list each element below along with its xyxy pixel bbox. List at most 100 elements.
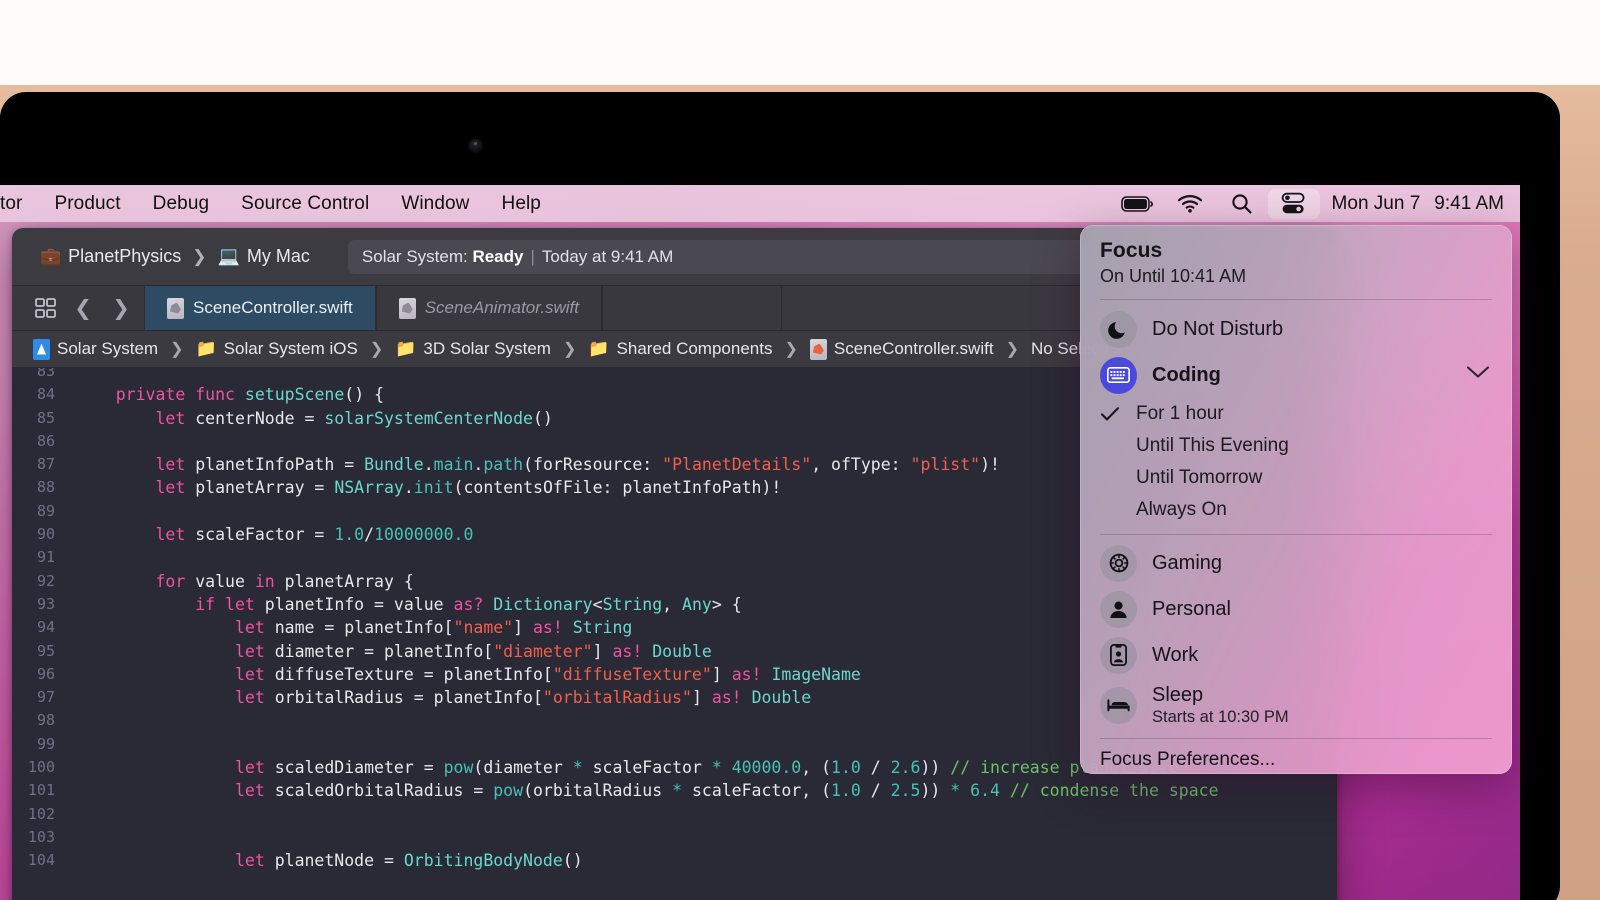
jumpbar-label: SceneController.swift (833, 339, 994, 358)
divider (1100, 534, 1492, 535)
jumpbar-label: Solar System (57, 339, 159, 358)
menu-item-debug[interactable]: Debug (137, 185, 226, 222)
search-icon[interactable] (1216, 189, 1268, 219)
code-text: if let planetInfo = value as? Dictionary… (195, 594, 742, 614)
focus-duration-label: Always On (1136, 499, 1227, 520)
chevron-down-icon[interactable] (1466, 366, 1490, 385)
line-number: 103 (27, 827, 55, 846)
line-number: 86 (36, 431, 55, 450)
person-icon (1100, 590, 1137, 628)
tab-label: SceneController.swift (193, 298, 353, 317)
focus-duration-until-this-evening[interactable]: Until This Evening (1080, 430, 1512, 462)
menu-item-editor[interactable]: tor (0, 185, 38, 222)
navigate-back-icon[interactable]: ❮ (64, 286, 102, 331)
swift-file-icon (167, 297, 184, 319)
code-text: let diameter = planetInfo["diameter"] as… (234, 641, 712, 661)
line-number: 84 (36, 385, 55, 404)
line-number: 99 (36, 734, 55, 753)
moon-icon (1100, 310, 1137, 348)
focus-panel-subtitle: On Until 10:41 AM (1100, 266, 1247, 286)
code-text: let diffuseTexture = planetInfo["diffuse… (234, 664, 861, 684)
focus-mode-do-not-disturb[interactable]: Do Not Disturb (1080, 306, 1512, 352)
activity-prefix: Solar System: (361, 246, 468, 266)
menu-item-label: Source Control (241, 192, 370, 214)
code-text: let centerNode = solarSystemCenterNode() (155, 408, 553, 428)
menu-item-label: tor (0, 192, 23, 214)
focus-duration-until-tomorrow[interactable]: Until Tomorrow (1080, 462, 1512, 494)
activity-viewer[interactable]: Solar System: Ready | Today at 9:41 AM (347, 239, 1088, 274)
focus-mode-label: Personal (1152, 597, 1231, 620)
jumpbar-item-3d-solar-system[interactable]: 📁 3D Solar System (392, 339, 554, 359)
focus-mode-sublabel: Starts at 10:30 PM (1152, 707, 1289, 726)
code-line: 101 let scaledOrbitalRadius = pow(orbita… (12, 779, 1337, 802)
activity-separator: | (530, 246, 535, 266)
focus-duration-always-on[interactable]: Always On (1080, 494, 1512, 526)
grid-view-icon[interactable] (26, 286, 64, 331)
tab-sceneanimator-swift[interactable]: SceneAnimator.swift (375, 286, 603, 330)
focus-duration-label: Until Tomorrow (1136, 467, 1263, 488)
code-text: let scaleFactor = 1.0/10000000.0 (155, 525, 474, 545)
menu-bar-items: tor Product Debug Source Control Window … (0, 185, 557, 222)
battery-icon[interactable] (1112, 189, 1164, 219)
focus-mode-gaming[interactable]: Gaming (1080, 540, 1512, 586)
code-text: private func setupScene() { (115, 385, 385, 405)
focus-mode-label: Gaming (1152, 551, 1223, 574)
menu-bar: tor Product Debug Source Control Window … (0, 185, 1520, 222)
menu-item-window[interactable]: Window (385, 185, 485, 222)
menu-bar-date: Mon Jun 7 (1331, 192, 1421, 214)
menu-item-source-control[interactable]: Source Control (225, 185, 385, 222)
folder-icon: 📁 (395, 339, 417, 358)
line-number: 95 (36, 641, 55, 660)
tab-label: SceneAnimator.swift (424, 298, 580, 317)
menu-bar-status-items: Mon Jun 7 9:41 AM (1112, 185, 1520, 222)
tab-bar-controls: ❮ ❯ (12, 286, 144, 330)
jumpbar-item-solar-system-ios[interactable]: 📁 Solar System iOS (193, 339, 361, 359)
line-number: 88 (36, 478, 55, 497)
jumpbar-item-shared-components[interactable]: 📁 Shared Components (585, 339, 775, 359)
wifi-icon[interactable] (1164, 189, 1216, 219)
folder-icon: 📁 (195, 339, 217, 358)
chevron-right-icon: ❯ (1005, 341, 1019, 358)
focus-mode-label: Work (1152, 643, 1199, 666)
chevron-right-icon: ❯ (784, 341, 798, 358)
focus-mode-coding[interactable]: Coding (1080, 352, 1512, 398)
menu-item-help[interactable]: Help (486, 185, 557, 222)
line-number: 91 (36, 548, 55, 567)
focus-mode-personal[interactable]: Personal (1080, 586, 1512, 632)
menu-item-label: Debug (152, 192, 210, 214)
jumpbar-item-solar-system[interactable]: Solar System (30, 338, 161, 360)
line-number: 96 (36, 664, 55, 683)
focus-mode-label: Coding (1152, 363, 1221, 386)
focus-mode-sleep[interactable]: Sleep Starts at 10:30 PM (1080, 678, 1512, 732)
scheme-destination-label: My Mac (246, 246, 310, 266)
menu-item-product[interactable]: Product (38, 185, 136, 222)
menu-item-label: Window (401, 192, 470, 214)
tab-empty-slot[interactable] (602, 286, 783, 330)
tab-scenecontroller-swift[interactable]: SceneController.swift (144, 286, 376, 330)
briefcase-icon: 💼 (40, 246, 62, 266)
swift-file-icon (398, 297, 416, 319)
focus-preferences-button[interactable]: Focus Preferences... (1080, 739, 1512, 771)
line-number: 83 (36, 368, 55, 380)
code-text: for value in planetArray { (155, 571, 414, 591)
line-number: 85 (36, 408, 55, 427)
navigate-forward-icon[interactable]: ❯ (102, 286, 140, 331)
scheme-selector[interactable]: 💼 PlanetPhysics ❯ 💻 My Mac (40, 246, 310, 267)
line-number: 102 (27, 804, 55, 823)
focus-duration-for-1-hour[interactable]: For 1 hour (1080, 398, 1512, 430)
folder-icon: 📁 (588, 339, 610, 358)
jumpbar-label: Shared Components (616, 339, 773, 358)
chevron-right-icon: ❯ (192, 246, 207, 266)
bed-icon (1100, 686, 1137, 724)
code-text: let planetNode = OrbitingBodyNode() (234, 851, 583, 871)
focus-mode-sleep-text: Sleep Starts at 10:30 PM (1152, 684, 1289, 727)
jumpbar-item-scenecontroller-swift[interactable]: SceneController.swift (807, 338, 997, 360)
line-number: 87 (36, 455, 55, 474)
focus-mode-work[interactable]: Work (1080, 632, 1512, 678)
line-number: 100 (27, 758, 55, 777)
control-center-icon[interactable] (1267, 188, 1320, 219)
line-number: 94 (36, 618, 55, 637)
menu-bar-clock[interactable]: Mon Jun 7 9:41 AM (1320, 193, 1504, 215)
code-line: 104 let planetNode = OrbitingBodyNode() (12, 849, 1337, 872)
chevron-right-icon: ❯ (369, 341, 384, 358)
